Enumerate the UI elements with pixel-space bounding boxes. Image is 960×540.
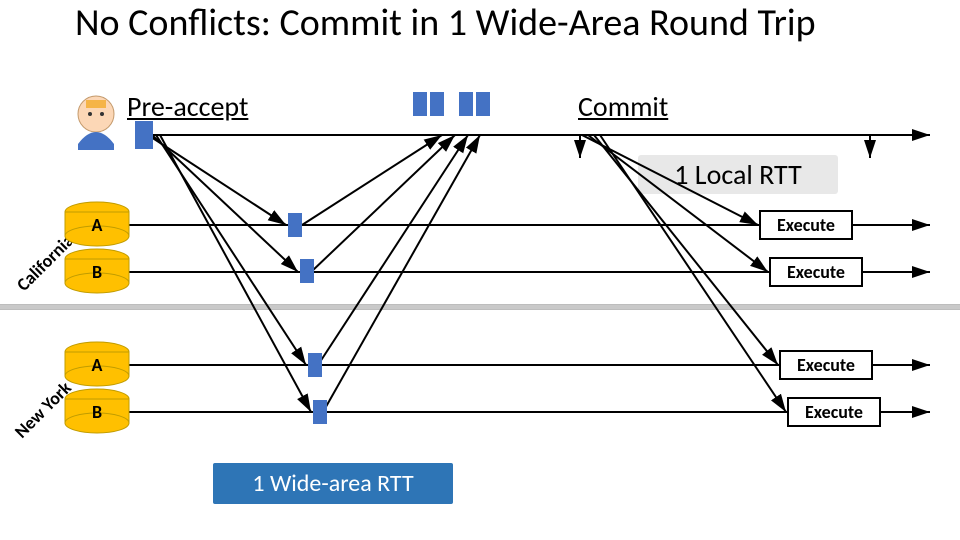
ack-ticks [288, 92, 490, 424]
execute-ny-b: Execute [788, 398, 880, 426]
commit-arrows [582, 135, 786, 412]
svg-text:Execute: Execute [787, 261, 845, 283]
db-label-ca-b: B [92, 261, 102, 283]
db-ny-a: A [65, 342, 129, 386]
diagram-svg: A B A B [0, 0, 960, 540]
db-label-ca-a: A [92, 214, 103, 236]
label-wide-area-rtt: 1 Wide-area RTT [213, 463, 453, 504]
execute-boxes: Execute Execute Execute Execute [760, 211, 880, 426]
db-ny-b: B [65, 389, 129, 433]
svg-text:Execute: Execute [805, 401, 863, 423]
db-cylinders: A B A B [65, 202, 129, 433]
diagram-stage: No Conflicts: Commit in 1 Wide-Area Roun… [0, 0, 960, 540]
execute-ca-b: Execute [770, 258, 862, 286]
db-ca-b: B [65, 249, 129, 293]
execute-ny-a: Execute [780, 351, 872, 379]
execute-ca-a: Execute [760, 211, 852, 239]
local-rtt-bracket [580, 135, 870, 158]
db-ca-a: A [65, 202, 129, 246]
db-label-ny-b: B [92, 401, 102, 423]
svg-text:Execute: Execute [777, 214, 835, 236]
db-label-ny-a: A [92, 354, 103, 376]
client-icon [78, 96, 114, 150]
svg-text:Execute: Execute [797, 354, 855, 376]
tick-client-start [135, 121, 153, 149]
preaccept-arrows [148, 135, 311, 412]
ack-arrows [302, 135, 480, 412]
